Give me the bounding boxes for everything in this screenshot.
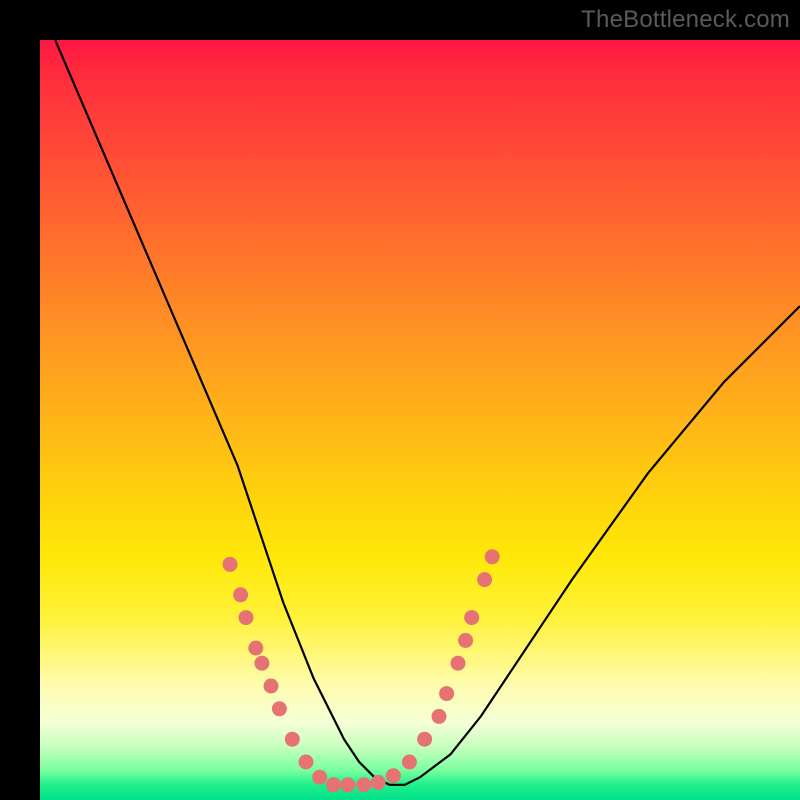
data-point-marker [371, 775, 386, 790]
data-point-marker [312, 770, 327, 785]
data-point-marker [432, 709, 447, 724]
data-point-marker [264, 679, 279, 694]
data-point-marker [248, 641, 263, 656]
data-point-marker [464, 610, 479, 625]
data-point-marker [285, 732, 300, 747]
data-point-marker [254, 656, 269, 671]
data-point-marker [402, 755, 417, 770]
data-point-marker [223, 557, 238, 572]
bottleneck-curve [55, 40, 800, 785]
watermark-text: TheBottleneck.com [581, 6, 790, 34]
data-point-marker [417, 732, 432, 747]
data-point-marker [299, 755, 314, 770]
data-point-marker [386, 768, 401, 783]
data-point-marker [458, 633, 473, 648]
data-point-marker [326, 777, 341, 792]
chart-frame: TheBottleneck.com [0, 0, 800, 800]
data-point-marker [340, 777, 355, 792]
data-point-marker [439, 686, 454, 701]
data-point-marker [485, 549, 500, 564]
data-point-marker [272, 701, 287, 716]
data-point-marker [239, 610, 254, 625]
plot-area [40, 40, 800, 800]
data-point-marker [233, 587, 248, 602]
data-point-marker [356, 777, 371, 792]
curve-svg [40, 40, 800, 800]
data-point-marker [477, 572, 492, 587]
data-point-marker [451, 656, 466, 671]
marker-group [223, 549, 500, 792]
